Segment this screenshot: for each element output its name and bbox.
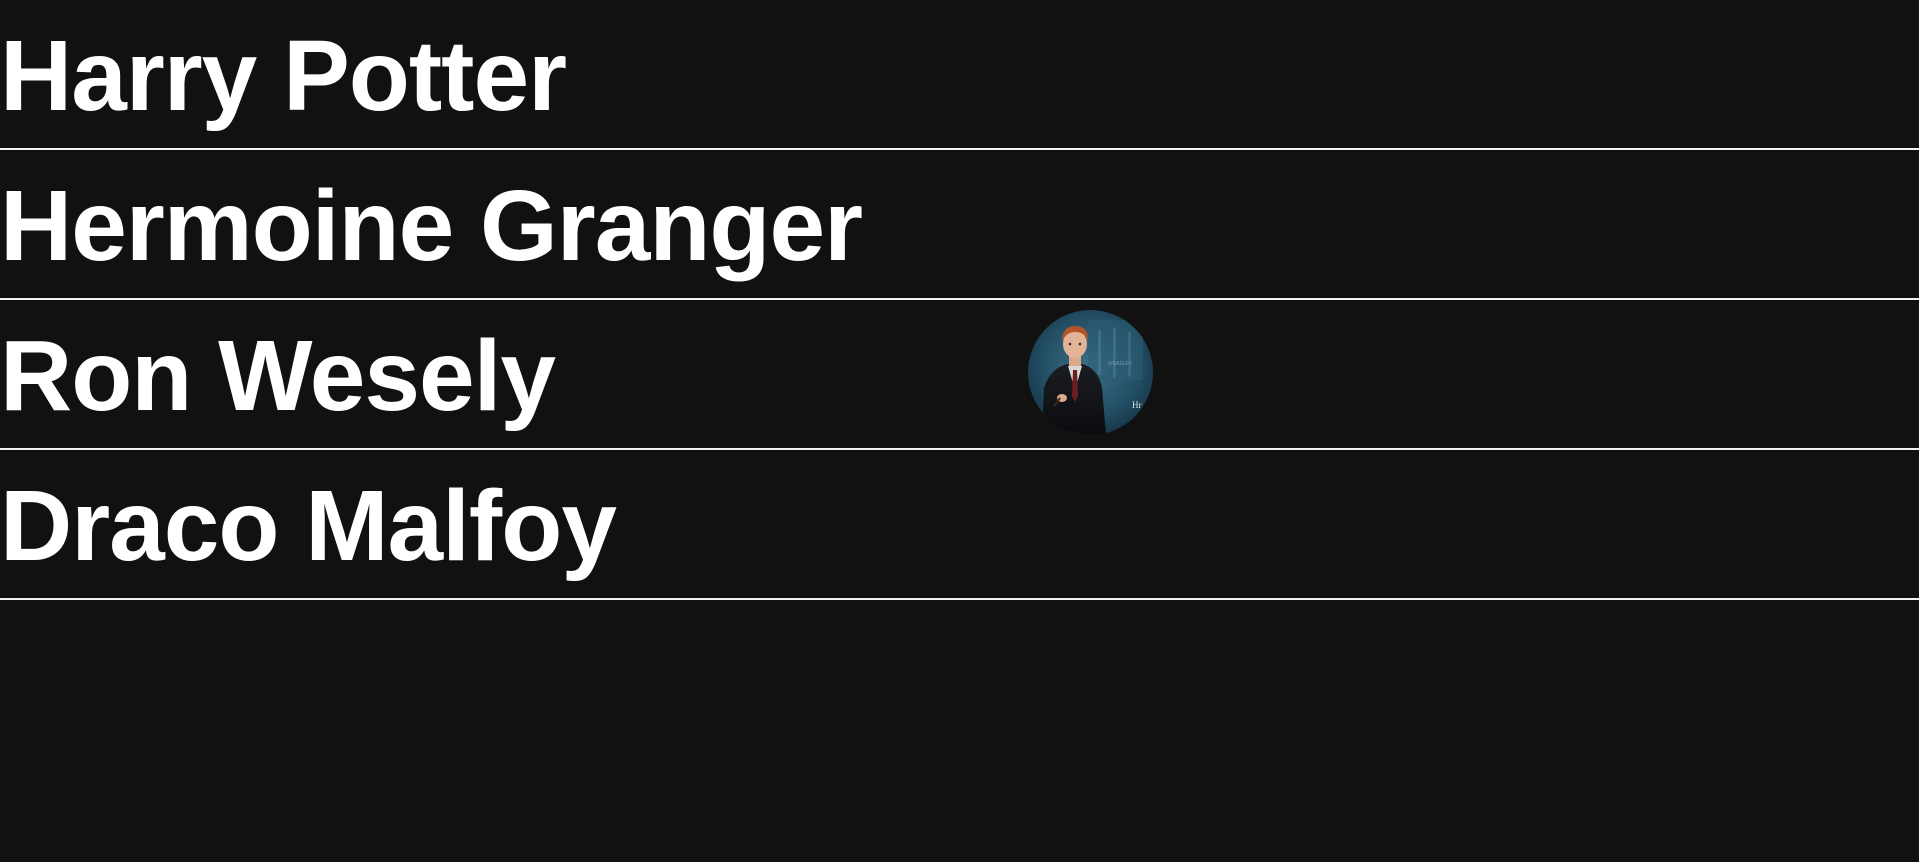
character-name: Ron Wesely [0,320,556,432]
list-item[interactable]: Harry Potter [0,0,1919,150]
character-portrait-image: WEASLEY Hr [1028,310,1153,435]
character-hover-thumbnail: WEASLEY Hr [1028,310,1153,435]
page: Harry Potter Hermoine Granger Ron Wesely… [0,0,1919,862]
svg-text:Hr: Hr [1132,400,1142,410]
character-name: Hermoine Granger [0,170,863,282]
character-name: Harry Potter [0,20,567,132]
svg-text:WEASLEY: WEASLEY [1108,361,1133,367]
character-name: Draco Malfoy [0,470,617,582]
character-list: Harry Potter Hermoine Granger Ron Wesely… [0,0,1919,600]
list-item[interactable]: Ron Wesely [0,300,1919,450]
list-item[interactable]: Hermoine Granger [0,150,1919,300]
list-item[interactable]: Draco Malfoy [0,450,1919,600]
